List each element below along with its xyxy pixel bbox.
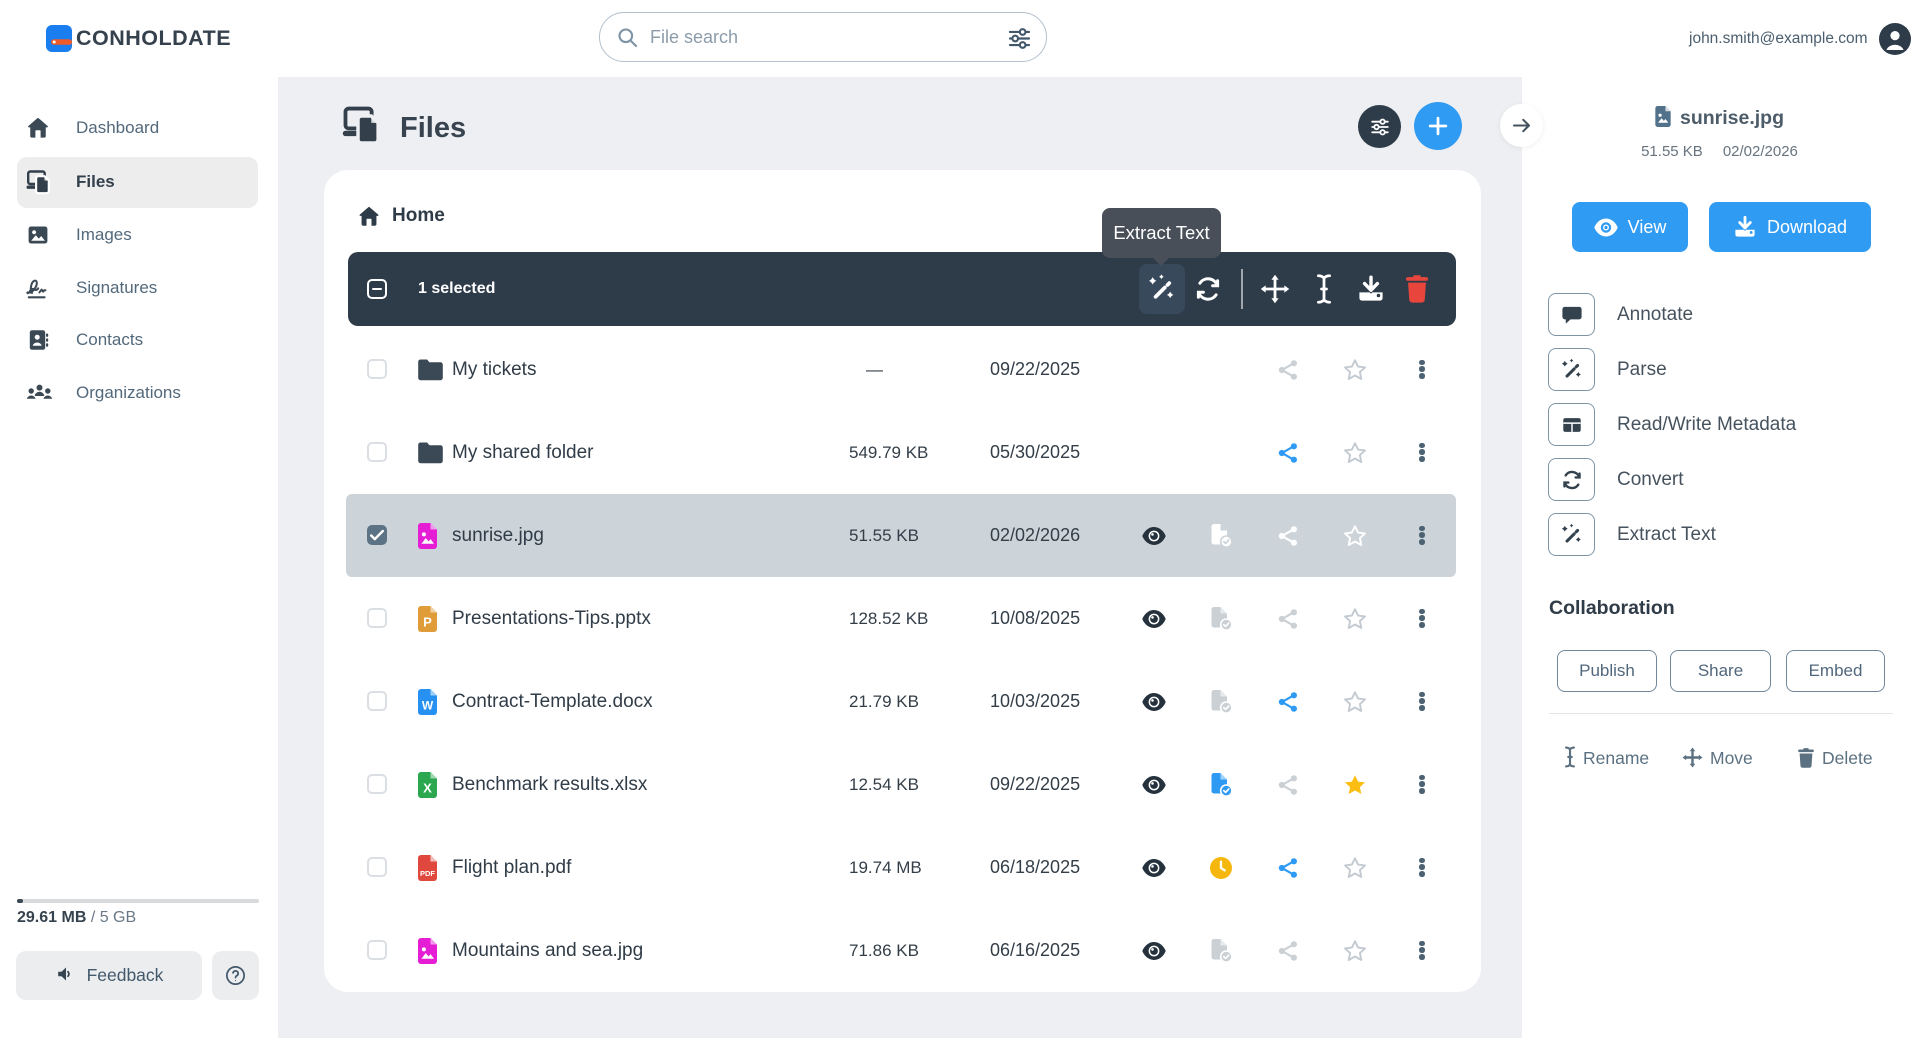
- svg-text:P: P: [423, 614, 432, 629]
- svg-text:W: W: [422, 698, 434, 712]
- svg-text:X: X: [423, 780, 432, 795]
- svg-text:PDF: PDF: [420, 869, 435, 878]
